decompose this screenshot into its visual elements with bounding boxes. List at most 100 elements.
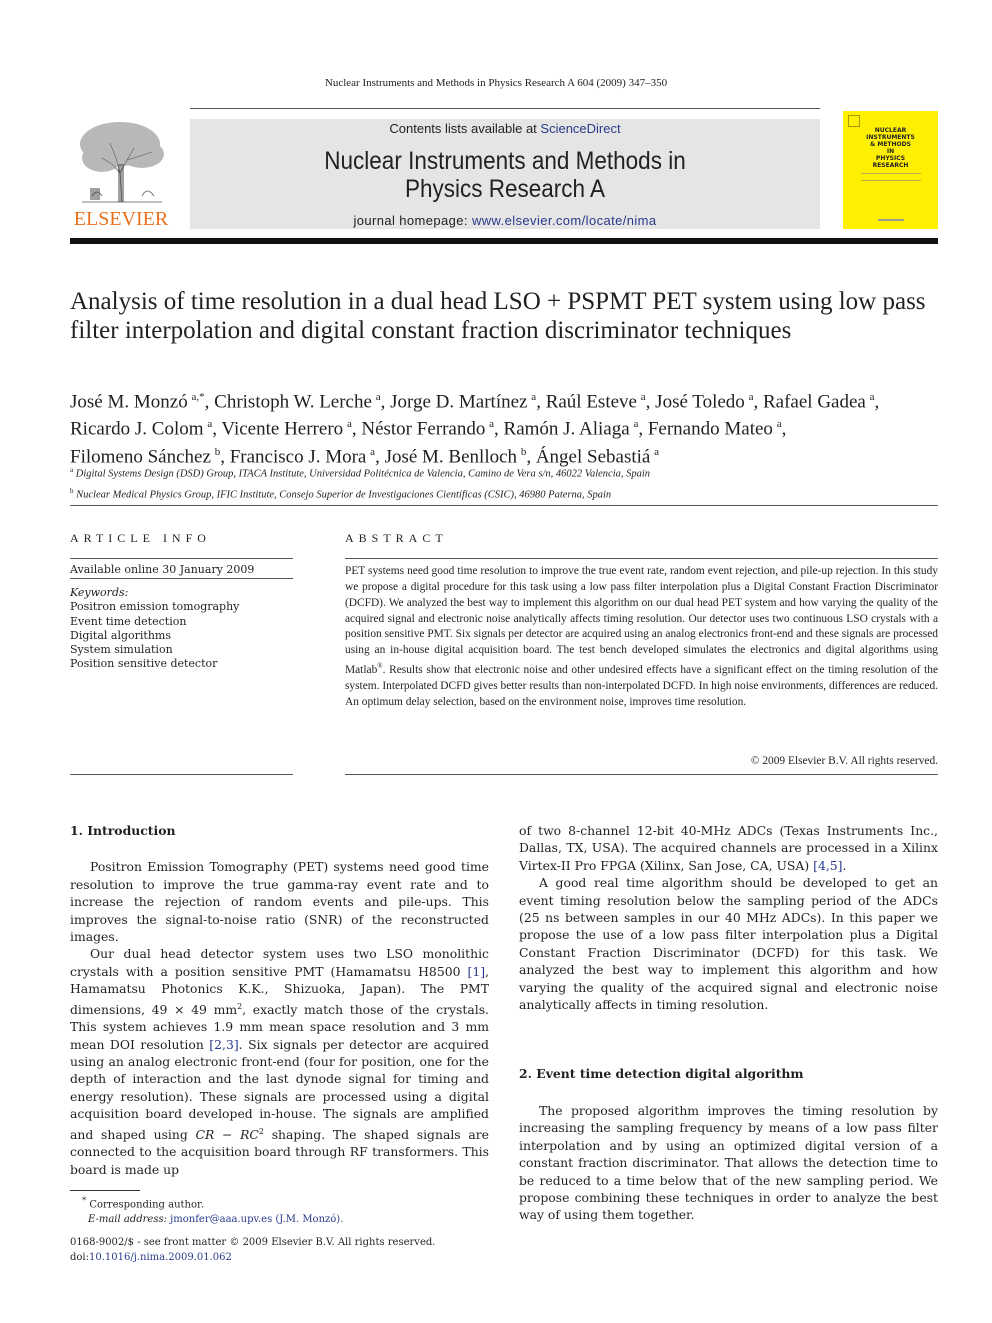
author-list: José M. Monzó a,*, Christoph W. Lerche a…	[70, 391, 880, 467]
doi-line: doi:10.1016/j.nima.2009.01.062	[70, 1251, 510, 1266]
author-affiliation-marker: a,*	[191, 391, 205, 403]
keyword[interactable]: System simulation	[70, 643, 293, 657]
divider	[70, 578, 293, 579]
paragraph: The proposed algorithm improves the timi…	[519, 1102, 938, 1223]
cover-title: NUCLEAR INSTRUMENTS & METHODS IN PHYSICS…	[843, 127, 938, 169]
article-title: Analysis of time resolution in a dual he…	[70, 288, 926, 344]
author-affiliation-marker: a	[654, 445, 660, 458]
email-link[interactable]: jmonfer@aaa.upv.es	[170, 1214, 272, 1225]
homepage-line: journal homepage: www.elsevier.com/locat…	[190, 213, 820, 228]
author-name[interactable]: Ramón J. Aliaga	[504, 419, 634, 440]
keywords-label: Keywords:	[70, 586, 129, 599]
abstract-heading: ABSTRACT	[345, 531, 448, 545]
journal-cover-thumbnail[interactable]: NUCLEAR INSTRUMENTS & METHODS IN PHYSICS…	[843, 111, 938, 229]
affiliations: a Digital Systems Design (DSD) Group, IT…	[70, 462, 940, 503]
keyword[interactable]: Position sensitive detector	[70, 657, 293, 671]
text: Corresponding author.	[89, 1199, 204, 1211]
elsevier-tree-icon	[80, 122, 164, 203]
text: .	[842, 857, 847, 873]
header-thick-rule	[70, 238, 938, 244]
cover-title-line: PHYSICS	[875, 155, 906, 162]
abstract-text: PET systems need good time resolution to…	[345, 564, 938, 710]
running-head: Nuclear Instruments and Methods in Physi…	[324, 77, 668, 89]
paragraph: of two 8-channel 12-bit 40-MHz ADCs (Tex…	[519, 822, 938, 874]
cover-footer	[878, 219, 904, 221]
keywords: Keywords: Positron emission tomography E…	[70, 586, 293, 672]
author-name[interactable]: Jorge D. Martínez	[390, 391, 531, 412]
keyword[interactable]: Event time detection	[70, 615, 293, 629]
section-heading-algorithm: 2. Event time detection digital algorith…	[519, 1066, 804, 1082]
cover-subtitle	[861, 173, 921, 181]
journal-banner: Contents lists available at ScienceDirec…	[190, 119, 820, 229]
email-line: E-mail address: jmonfer@aaa.upv.es (J.M.…	[82, 1213, 490, 1228]
email-owner: (J.M. Monzó).	[275, 1213, 344, 1225]
elsevier-wordmark: ELSEVIER	[73, 208, 169, 230]
author-name[interactable]: José M. Monzó	[70, 391, 192, 412]
author-name[interactable]: Néstor Ferrando	[361, 419, 489, 440]
author-name[interactable]: José Toledo	[655, 391, 748, 412]
abstract-text-part: . Results show that electronic noise and…	[345, 663, 938, 708]
author-affiliation-marker: b	[520, 445, 527, 458]
affiliation-key: a	[70, 466, 74, 474]
contents-prefix: Contents lists available at	[389, 121, 541, 136]
issn-line: 0168-9002/$ - see front matter © 2009 El…	[70, 1237, 436, 1248]
author-affiliation-marker: a	[640, 391, 646, 403]
abstract-copyright: © 2009 Elsevier B.V. All rights reserved…	[750, 755, 938, 767]
body-column-right: of two 8-channel 12-bit 40-MHz ADCs (Tex…	[519, 822, 938, 1224]
author-affiliation-marker: a	[748, 391, 754, 403]
corresponding-author-note: * Corresponding author.	[82, 1193, 490, 1213]
author-affiliation-marker: a	[776, 418, 782, 431]
doi-link[interactable]: 10.1016/j.nima.2009.01.062	[89, 1252, 232, 1263]
paragraph: Our dual head detector system uses two L…	[70, 945, 489, 1178]
homepage-link[interactable]: www.elsevier.com/locate/nima	[472, 213, 657, 228]
footnote: * Corresponding author. E-mail address: …	[70, 1193, 490, 1227]
author-name[interactable]: Christoph W. Lerche	[214, 391, 376, 412]
citation-link[interactable]: [1]	[467, 964, 485, 979]
text: of two 8-channel 12-bit 40-MHz ADCs (Tex…	[519, 823, 938, 873]
journal-title-line1: Nuclear Instruments and Methods in	[324, 147, 686, 175]
available-online: Available online 30 January 2009	[70, 563, 255, 576]
author-affiliation-marker: b	[214, 445, 221, 458]
author-affiliation-marker: a	[370, 445, 376, 458]
elsevier-logo[interactable]: ELSEVIER	[70, 116, 172, 231]
paragraph: A good real time algorithm should be dev…	[519, 875, 938, 1013]
keyword[interactable]: Digital algorithms	[70, 629, 293, 643]
body-column-left: 1. Introduction Positron Emission Tomogr…	[70, 822, 489, 1178]
author-affiliation-marker: a	[531, 391, 537, 403]
cover-publisher-icon	[848, 115, 860, 127]
citation-link[interactable]: [4,5]	[813, 858, 842, 873]
affiliation-text: Digital Systems Design (DSD) Group, ITAC…	[75, 468, 651, 480]
affiliation-key: b	[70, 486, 74, 495]
section-divider	[70, 505, 938, 506]
author-affiliation-marker: a	[346, 418, 352, 431]
header-divider	[190, 108, 820, 109]
footnote-rule	[70, 1190, 140, 1191]
footnote-marker: *	[82, 1195, 87, 1205]
author-affiliation-marker: a	[489, 418, 495, 431]
author-affiliation-marker: a	[375, 391, 381, 403]
divider	[70, 558, 293, 559]
divider	[345, 774, 938, 775]
abstract-text-part: PET systems need good time resolution to…	[345, 565, 938, 676]
author-name[interactable]: Fernando Mateo	[648, 419, 777, 440]
citation-link[interactable]: [2,3]	[209, 1037, 238, 1052]
author-affiliation-marker: a	[207, 418, 213, 431]
cover-title-line: INSTRUMENTS	[866, 134, 915, 141]
section-heading-introduction: 1. Introduction	[70, 823, 176, 838]
affiliation-text: Nuclear Medical Physics Group, IFIC Inst…	[76, 489, 612, 500]
affiliation-a: a Digital Systems Design (DSD) Group, IT…	[70, 462, 940, 483]
homepage-prefix: journal homepage:	[353, 213, 472, 228]
sciencedirect-link[interactable]: ScienceDirect	[540, 121, 620, 136]
cover-title-line: RESEARCH	[872, 162, 909, 169]
contents-line: Contents lists available at ScienceDirec…	[190, 121, 820, 136]
author-name[interactable]: Ricardo J. Colom	[70, 419, 207, 440]
doi-label: doi:	[70, 1251, 89, 1263]
affiliation-b: b Nuclear Medical Physics Group, IFIC In…	[70, 483, 940, 504]
author-name[interactable]: Raúl Esteve	[546, 391, 641, 412]
math-expression: CR − RC	[195, 1126, 259, 1142]
email-label: E-mail address:	[88, 1213, 171, 1225]
cover-title-line: & METHODS	[870, 141, 911, 148]
author-name[interactable]: Rafael Gadea	[763, 391, 870, 412]
keyword[interactable]: Positron emission tomography	[70, 600, 293, 614]
author-name[interactable]: Vicente Herrero	[221, 419, 347, 440]
